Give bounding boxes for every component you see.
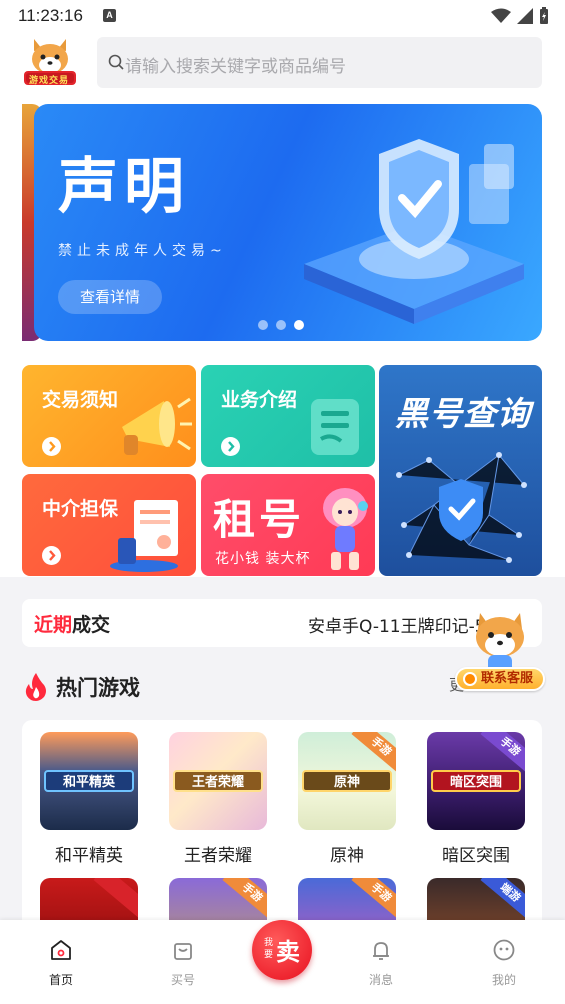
header: 游戏交易 请输入搜索关键字或商品编号 <box>0 32 565 98</box>
game-cover: 手游 原神 <box>298 732 396 830</box>
feature-grid: 交易须知 业务介绍 黑号查询 中介担保 租号 花小钱 装大杯 <box>0 355 565 577</box>
status-bar: 11:23:16 A <box>0 0 565 32</box>
signal-icon <box>517 8 533 24</box>
sell-small-label: 我要 <box>264 938 274 960</box>
business-intro-card[interactable]: 业务介绍 <box>201 365 375 467</box>
search-placeholder: 请输入搜索关键字或商品编号 <box>125 57 346 77</box>
status-icons <box>491 7 549 25</box>
mobile-game-tag: 手游 <box>480 732 525 774</box>
tab-messages[interactable]: 消息 <box>351 938 411 988</box>
game-item[interactable]: 王者荣耀 王者荣耀 <box>168 732 268 866</box>
game-badge: 原神 <box>302 770 392 792</box>
contact-service-label: 联系客服 <box>481 671 534 686</box>
game-badge: 和平精英 <box>44 770 134 792</box>
game-name: 王者荣耀 <box>184 846 252 866</box>
notification-icon: A <box>103 9 116 22</box>
status-time: 11:23:16 <box>18 6 83 25</box>
tab-messages-label: 消息 <box>368 973 393 987</box>
contact-service-button[interactable]: 联系客服 <box>455 667 545 691</box>
hot-games-title: 热门游戏 <box>56 676 140 700</box>
recent-deals-title: 近期成交 <box>34 614 111 636</box>
blacklist-query-card[interactable]: 黑号查询 <box>379 365 542 576</box>
tab-mine[interactable]: 我的 <box>474 938 534 988</box>
sell-big-label: 卖 <box>276 938 300 966</box>
character-illustration <box>323 488 368 570</box>
mobile-game-tag: 手游 <box>222 878 267 920</box>
escrow-card[interactable]: 中介担保 <box>22 474 196 576</box>
chevron-right-icon <box>221 437 240 456</box>
pc-game-tag: 端游 <box>480 878 525 920</box>
game-name: 和平精英 <box>55 846 123 866</box>
logo-text: 游戏交易 <box>29 76 70 86</box>
carousel-dot[interactable] <box>258 320 268 330</box>
hot-games-grid: 和平精英 和平精英 王者荣耀 王者荣耀 手游 原神 原神 手游 暗区突围 暗区突… <box>22 720 542 930</box>
chevron-right-icon <box>42 546 61 565</box>
game-item[interactable]: 手游 原神 原神 <box>297 732 397 866</box>
carousel-dots <box>258 320 304 330</box>
trade-notice-title: 交易须知 <box>42 389 119 411</box>
game-cover: 和平精英 <box>40 732 138 830</box>
search-icon <box>108 54 124 70</box>
game-cover: 王者荣耀 <box>169 732 267 830</box>
document-icon <box>311 399 359 455</box>
game-name: 原神 <box>330 846 364 866</box>
escrow-title: 中介担保 <box>42 498 119 520</box>
game-item[interactable]: 手游 暗区突围 暗区突围 <box>426 732 526 866</box>
carousel-dot-active[interactable] <box>294 320 304 330</box>
tab-buy[interactable]: 买号 <box>153 938 213 988</box>
network-shield-icon <box>396 452 527 563</box>
headset-icon <box>463 672 477 686</box>
banner-title: 声明 <box>58 152 190 222</box>
tab-home[interactable]: 首页 <box>31 938 91 988</box>
blacklist-query-title: 黑号查询 <box>395 394 531 433</box>
hot-games-header: 热门游戏 <box>24 672 140 702</box>
bottom-tab-bar: 首页 买号 我要 卖 消息 我的 <box>0 920 565 1004</box>
bell-icon <box>373 942 389 960</box>
tab-home-label: 首页 <box>48 973 73 987</box>
game-badge: 王者荣耀 <box>173 770 263 792</box>
rent-account-card[interactable]: 租号 花小钱 装大杯 <box>201 474 375 576</box>
business-intro-title: 业务介绍 <box>221 389 298 411</box>
mobile-game-tag: 手游 <box>351 878 396 920</box>
megaphone-icon <box>122 397 192 455</box>
banner-slide[interactable]: 声明 禁止未成年人交易~ 查看详情 <box>34 104 542 341</box>
search-bar[interactable]: 请输入搜索关键字或商品编号 <box>97 37 542 88</box>
app-logo[interactable]: 游戏交易 <box>22 35 78 87</box>
rent-title: 租号 <box>213 495 306 544</box>
home-icon <box>51 940 71 960</box>
tab-buy-label: 买号 <box>170 973 195 987</box>
smiley-user-icon <box>493 939 515 961</box>
shield-illustration <box>304 139 524 324</box>
view-details-button[interactable]: 查看详情 <box>58 280 162 314</box>
sell-button[interactable]: 我要 卖 <box>252 920 312 980</box>
chevron-right-icon <box>42 437 61 456</box>
wifi-icon <box>491 8 511 23</box>
game-item[interactable]: 和平精英 和平精英 <box>39 732 139 866</box>
trade-notice-card[interactable]: 交易须知 <box>22 365 196 467</box>
battery-icon <box>540 7 548 24</box>
fire-icon <box>25 673 46 701</box>
banner-carousel[interactable]: 声明 禁止未成年人交易~ 查看详情 <box>0 98 565 355</box>
banner-subtitle: 禁止未成年人交易~ <box>58 243 227 259</box>
carousel-dot[interactable] <box>276 320 286 330</box>
shopping-bag-icon <box>174 943 192 960</box>
game-badge: 暗区突围 <box>431 770 521 792</box>
mobile-game-tag <box>93 878 138 920</box>
rent-slogan: 花小钱 装大杯 <box>215 551 311 567</box>
game-cover: 手游 暗区突围 <box>427 732 525 830</box>
tab-mine-label: 我的 <box>491 973 516 987</box>
game-name: 暗区突围 <box>442 846 510 866</box>
mobile-game-tag: 手游 <box>351 732 396 774</box>
